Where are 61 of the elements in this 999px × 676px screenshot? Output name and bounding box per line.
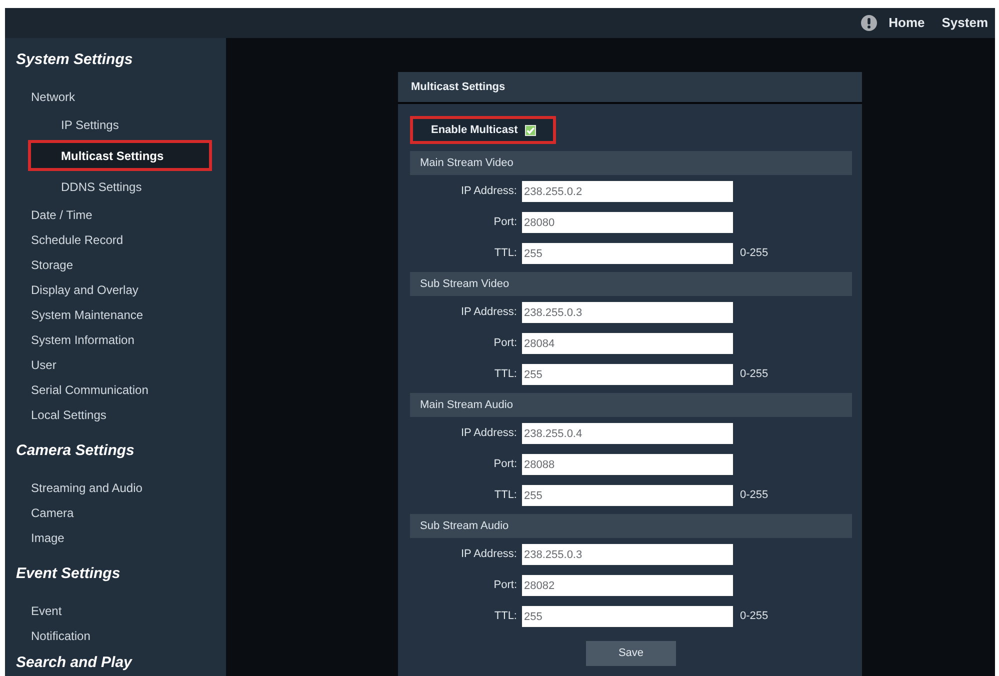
sidebar-item[interactable]: Notification — [28, 623, 212, 648]
checkbox[interactable] — [524, 124, 536, 136]
section-header: Sub Stream Video — [410, 272, 852, 296]
range-hint: 0-255 — [740, 609, 768, 624]
field-label: TTL: — [493, 367, 517, 382]
input-field[interactable]: 28084 — [522, 333, 733, 354]
section-title: Search and Play — [15, 654, 134, 671]
input-field[interactable]: 255 — [522, 364, 733, 385]
field-label: TTL: — [493, 246, 517, 262]
section-header: Main Stream Video — [410, 151, 852, 175]
panel-header: Multicast Settings — [398, 72, 862, 104]
nav-link[interactable]: System — [942, 13, 988, 33]
sidebar-item[interactable]: System Maintenance — [28, 302, 212, 327]
input-field[interactable]: 238.255.0.3 — [522, 544, 733, 565]
input-field[interactable]: 238.255.0.4 — [522, 423, 733, 444]
section-title: Camera Settings — [15, 440, 136, 461]
input-field[interactable]: 255 — [522, 485, 733, 506]
sidebar-item[interactable]: Network — [28, 84, 212, 109]
field-label: TTL: — [493, 609, 517, 624]
sidebar-item[interactable]: User — [28, 352, 212, 377]
field-label: TTL: — [493, 488, 517, 504]
sidebar-item[interactable]: Local Settings — [28, 402, 212, 427]
field-label: Port: — [492, 578, 517, 594]
section-header: Sub Stream Audio — [410, 514, 852, 538]
input-field[interactable]: 238.255.0.3 — [522, 302, 733, 323]
field-label: IP Address: — [460, 426, 517, 442]
field-label: Port: — [492, 336, 517, 352]
sidebar-item[interactable]: Date / Time — [28, 202, 212, 227]
sidebar-item[interactable]: DDNS Settings — [28, 171, 212, 202]
field-label: Port: — [492, 457, 517, 472]
field-label: Port: — [492, 215, 517, 230]
field-label: IP Address: — [460, 547, 517, 562]
save-button[interactable]: Save — [586, 641, 676, 666]
sidebar-item[interactable]: Serial Communication — [28, 377, 212, 402]
sidebar-item[interactable]: Multicast Settings — [28, 140, 212, 171]
sidebar-item[interactable]: Streaming and Audio — [28, 475, 212, 500]
input-field[interactable]: 255 — [522, 243, 733, 264]
input-field[interactable]: 28080 — [522, 212, 733, 233]
input-field[interactable]: 255 — [522, 606, 733, 627]
sidebar-item[interactable]: System Information — [28, 327, 212, 352]
sidebar-item[interactable]: Schedule Record — [28, 227, 212, 252]
nav-link[interactable]: Home — [888, 13, 925, 33]
range-hint: 0-255 — [740, 367, 768, 382]
input-field[interactable]: 28082 — [522, 575, 733, 596]
input-field[interactable]: 238.255.0.2 — [522, 181, 733, 202]
sidebar-item[interactable]: IP Settings — [28, 109, 212, 140]
section-title: System Settings — [15, 50, 134, 70]
field-label: IP Address: — [460, 305, 517, 320]
sidebar-item[interactable]: Display and Overlay — [28, 277, 212, 302]
section-header: Main Stream Audio — [410, 393, 852, 417]
section-title: Event Settings — [15, 564, 122, 584]
range-hint: 0-255 — [740, 246, 768, 262]
sidebar-item[interactable]: Image — [28, 525, 212, 550]
input-field[interactable]: 28088 — [522, 454, 733, 475]
sidebar-item[interactable]: Event — [28, 598, 212, 623]
sidebar-item[interactable]: Camera — [28, 500, 212, 525]
checkbox-label: Enable Multicast — [431, 122, 518, 138]
field-label: IP Address: — [460, 184, 517, 200]
alert-icon[interactable] — [860, 15, 877, 31]
sidebar-item[interactable]: Storage — [28, 252, 212, 277]
range-hint: 0-255 — [740, 488, 768, 504]
